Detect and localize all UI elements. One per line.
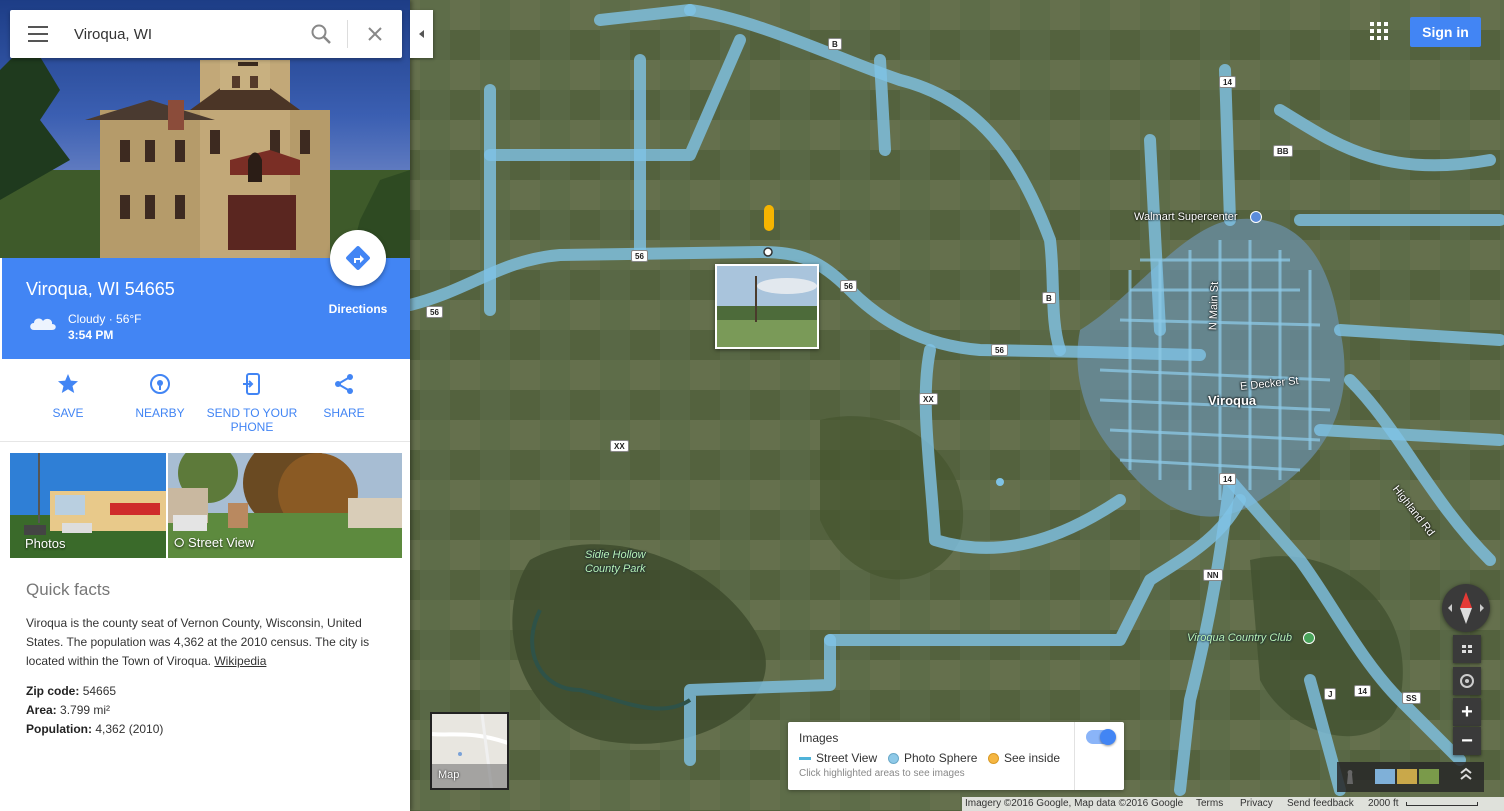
imagery-strip[interactable]	[1337, 762, 1484, 792]
zoom-in-button[interactable]: +	[1453, 698, 1481, 726]
directions-button[interactable]	[330, 230, 386, 286]
menu-icon[interactable]	[28, 25, 48, 43]
weather-line: Cloudy · 56°F	[68, 312, 142, 326]
nearby-label: NEARBY	[135, 406, 185, 420]
route-shield: 14	[1219, 76, 1236, 88]
scale-label[interactable]: 2000 ft	[1368, 798, 1399, 809]
compass-button[interactable]	[1442, 584, 1490, 632]
plus-icon: +	[1461, 701, 1473, 723]
route-shield: J	[1324, 688, 1337, 700]
save-label: SAVE	[52, 406, 84, 420]
search-box	[10, 10, 402, 58]
share-icon	[335, 374, 353, 394]
park-label-line1: Sidie Hollow	[585, 549, 646, 561]
chevron-left-icon	[419, 30, 424, 38]
images-layer-toggle[interactable]	[1086, 729, 1116, 745]
toggle-knob	[1100, 729, 1116, 745]
send-to-phone-button[interactable]: SEND TO YOUR PHONE	[206, 372, 298, 434]
images-card-divider	[1074, 722, 1075, 790]
shopping-icon[interactable]	[1250, 211, 1262, 223]
my-location-icon	[1460, 674, 1474, 688]
route-shield: BB	[1273, 145, 1293, 157]
directions-icon	[346, 246, 370, 270]
scale-bar	[1406, 802, 1478, 806]
quick-facts-body: Viroqua is the county seat of Vernon Cou…	[26, 616, 370, 668]
photo-sphere-dot-icon	[888, 752, 899, 764]
wikipedia-link[interactable]: Wikipedia	[214, 654, 266, 668]
map-footer: Imagery ©2016 Google, Map data ©2016 Goo…	[962, 797, 1504, 811]
street-view-preview[interactable]	[715, 264, 819, 349]
see-inside-dot-icon	[988, 752, 999, 764]
attribution: Imagery ©2016 Google, Map data ©2016 Goo…	[965, 798, 1184, 809]
search-divider	[347, 20, 348, 48]
directions-label[interactable]: Directions	[318, 302, 398, 316]
poi-walmart-label[interactable]: Walmart Supercenter	[1134, 211, 1238, 223]
images-hint: Click highlighted areas to see images	[799, 768, 965, 779]
map-type-label: Map	[438, 769, 460, 781]
local-time: 3:54 PM	[68, 328, 114, 342]
cloudy-icon	[30, 318, 56, 330]
photos-thumbnail[interactable]: Photos	[10, 453, 166, 558]
send-to-phone-label: SEND TO YOUR PHONE	[206, 406, 298, 434]
share-label: SHARE	[323, 406, 365, 420]
route-shield: 56	[840, 280, 857, 292]
tilt-button[interactable]	[1453, 635, 1481, 663]
nearby-icon	[150, 374, 170, 394]
tilt-icon	[1462, 645, 1472, 653]
street-view-label: ⭘ Street View	[174, 535, 255, 550]
route-shield: SS	[1402, 692, 1421, 704]
park-label-line2: County Park	[585, 563, 646, 575]
route-shield: 14	[1354, 685, 1371, 697]
sign-in-button[interactable]: Sign in	[1410, 17, 1481, 47]
nearby-button[interactable]: NEARBY	[114, 372, 206, 420]
legend-street-view: Street View	[799, 751, 877, 765]
send-feedback-link[interactable]: Send feedback	[1287, 798, 1354, 809]
star-icon	[58, 374, 78, 393]
images-title: Images	[799, 731, 839, 745]
apps-grid-icon[interactable]	[1370, 22, 1388, 40]
street-view-icon: ⭘	[174, 535, 185, 550]
send-to-phone-icon	[243, 373, 260, 395]
search-icon[interactable]	[310, 23, 332, 45]
legend-photo-sphere: Photo Sphere	[888, 751, 977, 765]
share-button[interactable]: SHARE	[298, 372, 390, 420]
zoom-out-button[interactable]: −	[1453, 727, 1481, 755]
minus-icon: −	[1461, 730, 1473, 752]
route-shield: 56	[991, 344, 1008, 356]
poi-country-club-label[interactable]: Viroqua Country Club	[1187, 632, 1292, 644]
route-shield: 56	[426, 306, 443, 318]
save-button[interactable]: SAVE	[22, 372, 114, 420]
compass-icon	[1448, 592, 1484, 624]
action-bar: SAVE NEARBY SEND TO YOUR PHONE SHARE	[0, 360, 410, 442]
city-label-viroqua: Viroqua	[1208, 393, 1257, 408]
pegman-icon	[1347, 770, 1353, 784]
legend-see-inside: See inside	[988, 751, 1060, 765]
fact-zip: Zip code: 54665	[26, 684, 117, 698]
terms-link[interactable]: Terms	[1196, 798, 1223, 809]
route-shield: XX	[610, 440, 629, 452]
route-shield: B	[1042, 292, 1056, 304]
street-view-thumbnail[interactable]: ⭘ Street View	[168, 453, 402, 558]
route-shield: XX	[919, 393, 938, 405]
route-shield: NN	[1203, 569, 1223, 581]
fact-area: Area: 3.799 mi²	[26, 703, 111, 717]
route-shield: 14	[1219, 473, 1236, 485]
map-type-toggle[interactable]: Map	[430, 712, 509, 790]
photos-label: Photos	[25, 536, 66, 551]
privacy-link[interactable]: Privacy	[1240, 798, 1273, 809]
golf-icon[interactable]	[1303, 632, 1315, 644]
close-icon[interactable]	[365, 24, 385, 44]
quick-facts-heading: Quick facts	[26, 580, 111, 599]
fact-population: Population: 4,362 (2010)	[26, 722, 164, 736]
my-location-button[interactable]	[1453, 667, 1481, 695]
photo-thumbnails: Photos ⭘ Street View	[10, 453, 402, 558]
place-panel: Viroqua, WI 54665 Cloudy · 56°F 3:54 PM …	[0, 0, 410, 811]
route-shield: 56	[631, 250, 648, 262]
street-label-n-main: N Main St	[1207, 281, 1221, 331]
street-view-line-icon	[799, 756, 811, 760]
collapse-panel-button[interactable]	[410, 10, 433, 58]
place-title: Viroqua, WI 54665	[26, 279, 175, 299]
search-input[interactable]	[74, 22, 304, 46]
route-shield: B	[828, 38, 842, 50]
